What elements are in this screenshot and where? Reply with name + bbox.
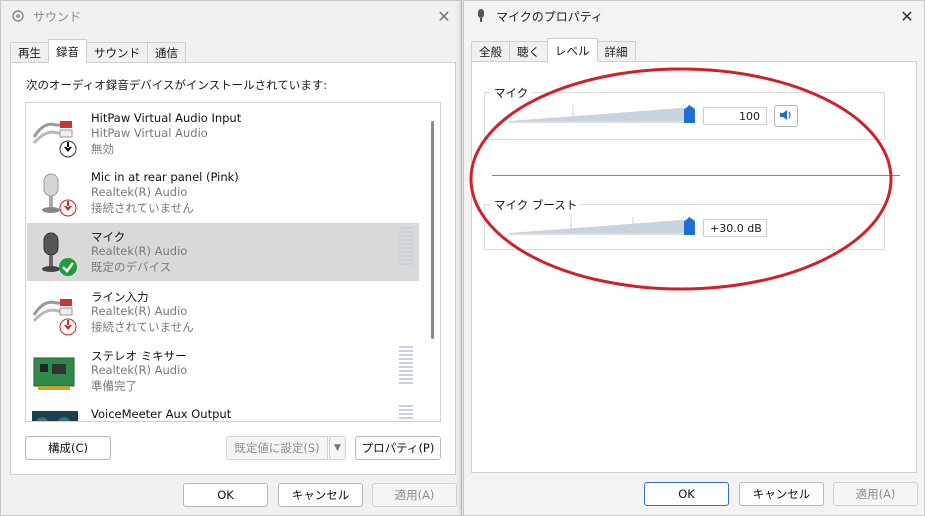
tab-listen[interactable]: 聴く	[509, 41, 548, 62]
device-driver: Realtek(R) Audio	[91, 185, 188, 199]
device-name: HitPaw Virtual Audio Input	[91, 111, 242, 125]
device-name: ステレオ ミキサー	[91, 349, 187, 363]
level-meter	[399, 405, 413, 421]
cable-icon	[30, 111, 78, 159]
device-driver: Realtek(R) Audio	[91, 304, 188, 318]
sound-titlebar: サウンド ✕	[1, 1, 461, 31]
microphone-icon	[474, 9, 488, 23]
device-name: VoiceMeeter Aux Output	[91, 407, 232, 421]
device-status: 準備完了	[91, 379, 137, 393]
list-item-hitpaw[interactable]: HitPaw Virtual Audio Input HitPaw Virtua…	[27, 105, 419, 163]
instruction-text: 次のオーディオ録音デバイスがインストールされています:	[26, 78, 328, 92]
device-name: ライン入力	[91, 290, 149, 304]
sound-window: サウンド ✕ 再生 録音 サウンド 通信 次のオーディオ録音デバイスがインストー…	[0, 0, 462, 516]
sound-window-title: サウンド	[33, 9, 82, 24]
set-default-dropdown[interactable]: ▼	[329, 436, 346, 460]
mic-properties-window: マイクのプロパティ ✕ 全般 聴く レベル 詳細 マイク 100 マイク ブース…	[463, 0, 925, 516]
list-item-line-in[interactable]: ライン入力 Realtek(R) Audio 接続されていません	[27, 283, 419, 341]
slider-track	[509, 105, 695, 123]
props-window-title: マイクのプロパティ	[496, 9, 604, 24]
mic-level-value[interactable]: 100	[703, 107, 767, 125]
cancel-button[interactable]: キャンセル	[278, 483, 363, 507]
props-titlebar: マイクのプロパティ ✕	[464, 1, 924, 31]
mic-level-group: マイク 100	[484, 85, 885, 140]
ok-button[interactable]: OK	[183, 483, 268, 507]
device-driver: Realtek(R) Audio	[91, 244, 188, 258]
device-name: Mic in at rear panel (Pink)	[91, 170, 239, 184]
device-driver: HitPaw Virtual Audio	[91, 126, 208, 140]
group-divider	[492, 175, 900, 176]
mic-boost-label: マイク ブースト	[491, 197, 581, 213]
mic-boost-slider[interactable]	[509, 217, 695, 235]
list-item-stereo-mixer[interactable]: ステレオ ミキサー Realtek(R) Audio 準備完了	[27, 342, 419, 400]
device-status: 無効	[91, 142, 114, 156]
ok-button[interactable]: OK	[644, 482, 729, 506]
props-tabs: 全般 聴く レベル 詳細	[471, 38, 636, 62]
slider-track	[509, 217, 695, 235]
tab-playback[interactable]: 再生	[10, 42, 49, 63]
circuit-board-icon	[30, 348, 78, 396]
tab-advanced[interactable]: 詳細	[596, 41, 636, 62]
tab-levels[interactable]: レベル	[547, 38, 598, 62]
sound-tabs: 再生 録音 サウンド 通信	[10, 39, 186, 63]
tab-communications[interactable]: 通信	[147, 42, 186, 63]
list-item-mic-default[interactable]: マイク Realtek(R) Audio 既定のデバイス	[27, 223, 419, 281]
voicemeeter-icon	[30, 407, 78, 421]
device-list[interactable]: HitPaw Virtual Audio Input HitPaw Virtua…	[25, 102, 441, 422]
apply-button[interactable]: 適用(A)	[833, 482, 918, 506]
sound-close-button[interactable]: ✕	[433, 5, 455, 27]
list-item-mic-rear[interactable]: Mic in at rear panel (Pink) Realtek(R) A…	[27, 164, 419, 222]
props-close-button[interactable]: ✕	[896, 5, 918, 27]
tab-recording[interactable]: 録音	[48, 39, 87, 63]
microphone-icon	[30, 229, 78, 277]
device-status: 接続されていません	[91, 320, 194, 334]
list-item-voicemeeter[interactable]: VoiceMeeter Aux Output	[27, 401, 419, 421]
device-name: マイク	[91, 230, 126, 244]
cable-icon	[30, 289, 78, 337]
device-status: 接続されていません	[91, 201, 194, 215]
properties-button[interactable]: プロパティ(P)	[355, 436, 441, 460]
device-driver: Realtek(R) Audio	[91, 363, 188, 377]
apply-button[interactable]: 適用(A)	[372, 483, 457, 507]
tab-sounds[interactable]: サウンド	[86, 42, 148, 63]
set-default-button[interactable]: 既定値に設定(S)	[226, 436, 328, 460]
mic-boost-value[interactable]: +30.0 dB	[703, 219, 767, 237]
cancel-button[interactable]: キャンセル	[739, 482, 824, 506]
mic-boost-group: マイク ブースト +30.0 dB	[484, 197, 885, 250]
levels-panel: マイク 100 マイク ブースト +30.0 dB	[471, 61, 917, 473]
level-meter	[399, 227, 413, 267]
microphone-icon	[30, 170, 78, 218]
chevron-down-icon: ▼	[334, 443, 341, 453]
level-meter	[399, 346, 413, 386]
mic-level-label: マイク	[491, 85, 532, 101]
configure-button[interactable]: 構成(C)	[25, 436, 111, 460]
tab-general[interactable]: 全般	[471, 41, 510, 62]
device-list-scrollbar[interactable]	[431, 121, 434, 339]
device-status: 既定のデバイス	[91, 260, 172, 274]
speaker-icon	[779, 109, 793, 124]
mic-level-slider[interactable]	[509, 105, 695, 123]
speaker-settings-icon	[11, 9, 25, 23]
mute-toggle-button[interactable]	[774, 105, 798, 127]
